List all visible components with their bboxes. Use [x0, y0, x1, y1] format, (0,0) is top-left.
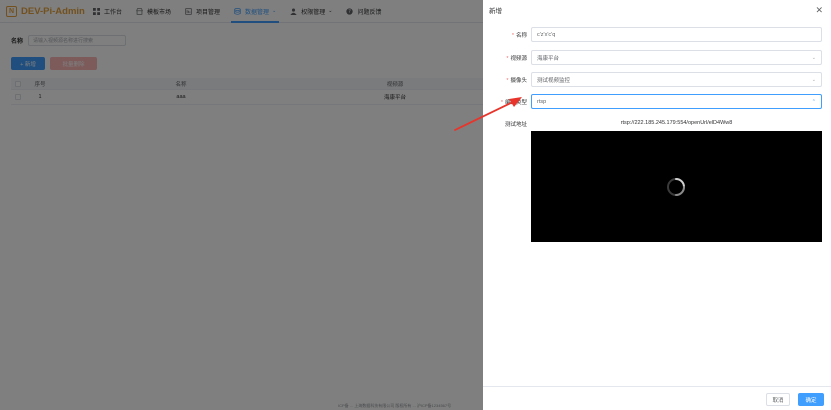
drawer-footer: 取消 确定: [483, 386, 831, 410]
video-player[interactable]: [531, 131, 822, 242]
source-field-label: 视频源: [510, 55, 527, 62]
cancel-button[interactable]: 取消: [766, 393, 790, 406]
test-address-url: rtsp://222.185.245.179:554/openUrl/elD4W…: [620, 120, 733, 126]
chevron-down-icon: ⌄: [811, 54, 816, 61]
confirm-button[interactable]: 确定: [798, 393, 824, 406]
camera-select-value: 测试视频监控: [537, 77, 571, 84]
add-drawer: 新增 ✕ * 名称 c'z'x'c'q * 视频源 海康平台 ⌄ * 摄像头 测试视频监…: [483, 0, 831, 410]
camera-field-row: * 摄像头 测试视频监控 ⌄: [483, 72, 831, 87]
codec-select[interactable]: rtsp ⌃: [531, 94, 822, 109]
source-select-value: 海康平台: [537, 55, 560, 62]
source-field-row: * 视频源 海康平台 ⌄: [483, 50, 831, 65]
drawer-header: 新增 ✕: [483, 0, 831, 20]
camera-select[interactable]: 测试视频监控 ⌄: [531, 72, 822, 87]
name-input[interactable]: c'z'x'c'q: [531, 27, 822, 42]
close-icon[interactable]: ✕: [815, 5, 823, 15]
annotation-arrow-icon: [454, 97, 522, 131]
name-field-row: * 名称 c'z'x'c'q: [483, 27, 831, 42]
loading-spinner-icon: [667, 178, 685, 196]
source-select[interactable]: 海康平台 ⌄: [531, 50, 822, 65]
drawer-title: 新增: [489, 8, 502, 15]
required-mark: *: [506, 55, 509, 62]
codec-select-value: rtsp: [537, 98, 547, 105]
chevron-down-icon: ⌄: [811, 76, 816, 83]
required-mark: *: [506, 77, 509, 84]
camera-field-label: 摄像头: [510, 77, 527, 84]
name-field-label: 名称: [515, 32, 527, 39]
codec-field-row: *编码类型 rtsp⌃: [483, 94, 831, 109]
required-mark: *: [511, 32, 514, 39]
name-input-value: c'z'x'c'q: [537, 31, 556, 38]
chevron-up-icon: ⌃: [811, 98, 816, 105]
